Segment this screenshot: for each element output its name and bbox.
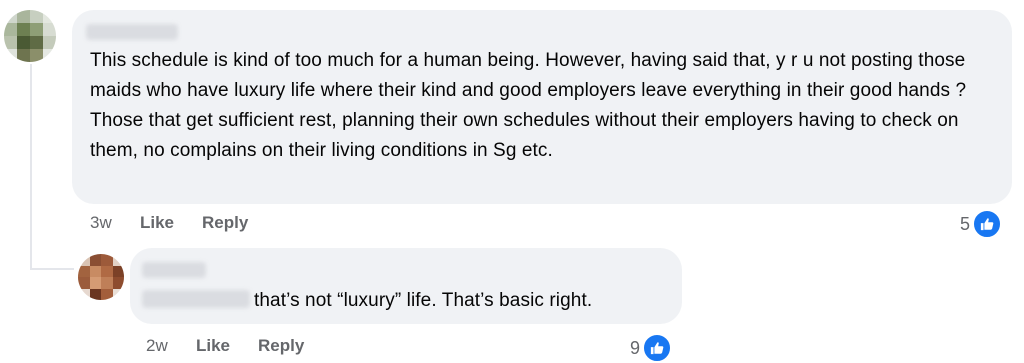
thread-connector-branch xyxy=(30,268,74,270)
thumbs-up-icon xyxy=(972,209,1003,239)
reaction-summary[interactable]: 5 xyxy=(960,209,1003,239)
reply-button[interactable]: Reply xyxy=(202,213,248,233)
reply-reaction-summary[interactable]: 9 xyxy=(630,333,673,363)
reply-like-button[interactable]: Like xyxy=(196,336,258,356)
reply-timestamp[interactable]: 2w xyxy=(146,336,196,356)
reply-actions: 2w Like Reply xyxy=(146,336,304,356)
reply-commenter-avatar[interactable] xyxy=(78,254,124,300)
reaction-count: 5 xyxy=(960,213,971,234)
comment-actions: 3w Like Reply xyxy=(90,213,248,233)
comment-text: This schedule is kind of too much for a … xyxy=(90,50,967,161)
thread-connector-line xyxy=(30,64,32,270)
reply-reaction-count: 9 xyxy=(630,337,641,358)
reply-reply-button[interactable]: Reply xyxy=(258,336,304,356)
mention-tag-redacted[interactable] xyxy=(142,290,250,308)
comment-thread: This schedule is kind of too much for a … xyxy=(0,0,1024,363)
comment-timestamp[interactable]: 3w xyxy=(90,213,140,233)
reply-commenter-name-redacted[interactable] xyxy=(142,262,206,278)
reply-text: that’s not “luxury” life. That’s basic r… xyxy=(254,290,593,311)
thumbs-up-icon xyxy=(642,333,673,363)
commenter-avatar[interactable] xyxy=(4,10,56,62)
commenter-name-redacted[interactable] xyxy=(86,24,178,40)
like-button[interactable]: Like xyxy=(140,213,202,233)
